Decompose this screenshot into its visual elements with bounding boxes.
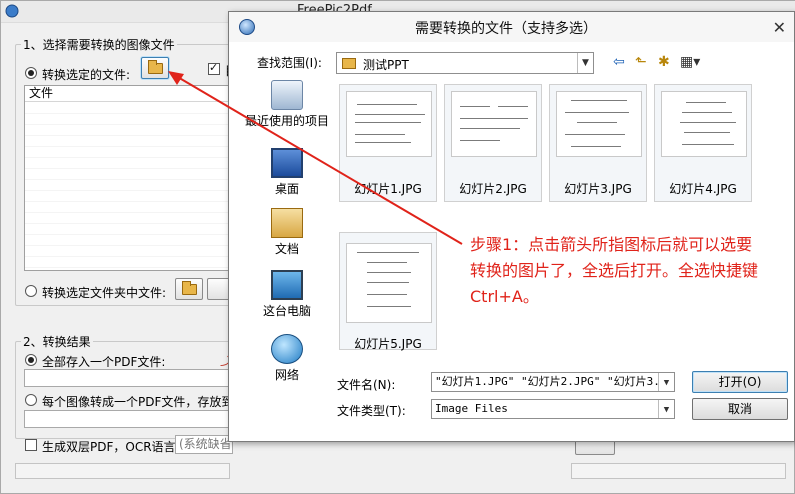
file-list-body (25, 103, 233, 270)
dialog-app-icon (239, 19, 255, 35)
open-button[interactable]: 打开(O) (692, 371, 788, 393)
chevron-down-icon[interactable]: ▼ (658, 400, 674, 418)
places-bar: 最近使用的项目 桌面 文档 这台电脑 网络 (243, 80, 331, 390)
look-in-label: 查找范围(I): (257, 56, 322, 70)
back-arrow-icon[interactable]: ⇦ (613, 54, 625, 70)
file-name: 幻灯片1.JPG (354, 182, 422, 196)
open-folder-icon (148, 60, 163, 74)
place-label: 网络 (274, 368, 299, 382)
slide-preview-image (346, 91, 432, 157)
filetype-select[interactable]: Image Files ▼ (431, 399, 675, 419)
view-menu-icon[interactable]: ▦▾ (680, 54, 700, 70)
radio-selected-files-label: 转换选定的文件: (42, 68, 131, 82)
file-name: 幻灯片5.JPG (354, 337, 422, 351)
ocr-checkbox-label: 生成双层PDF，OCR语言: (42, 440, 180, 454)
each-pdf-folder-input[interactable] (24, 410, 234, 428)
file-thumbnail[interactable]: 幻灯片5.JPG (339, 232, 437, 351)
slide-preview-image (451, 91, 537, 157)
app-icon (5, 4, 19, 18)
look-in-select[interactable]: 测试PPT ▼ (336, 52, 594, 74)
filename-value: "幻灯片1.JPG" "幻灯片2.JPG" "幻灯片3. (435, 375, 660, 388)
desktop-icon (271, 148, 303, 178)
chevron-down-icon[interactable]: ▼ (658, 373, 674, 391)
place-network[interactable]: 网络 (243, 334, 331, 383)
place-recent-items[interactable]: 最近使用的项目 (243, 80, 331, 129)
chevron-down-icon[interactable]: ▼ (577, 53, 593, 73)
new-folder-icon[interactable]: ✱ (658, 54, 670, 70)
file-list[interactable]: 文件 (24, 85, 234, 271)
group-result-title: 2、转换结果 (21, 333, 93, 350)
annotation-text: 步骤1：点击箭头所指图标后就可以选要转换的图片了，全选后打开。全选快捷键Ctrl… (470, 235, 759, 306)
slide-preview-image (346, 243, 432, 323)
radio-folder-files-label: 转换选定文件夹中文件: (42, 286, 167, 300)
ocr-language-value: (系统缺省 (179, 437, 232, 451)
radio-each-pdf[interactable] (25, 394, 37, 406)
filename-input[interactable]: "幻灯片1.JPG" "幻灯片2.JPG" "幻灯片3. ▼ (431, 372, 675, 392)
status-bar (15, 463, 230, 479)
group-select-images-title: 1、选择需要转换的图像文件 (21, 36, 177, 53)
file-thumbnail[interactable]: 幻灯片1.JPG (339, 84, 437, 202)
documents-icon (271, 208, 303, 238)
file-view: 幻灯片1.JPG 幻灯片2.JPG 幻灯片3.JPG 幻灯片4.JPG 幻灯片5… (337, 82, 772, 362)
filetype-label: 文件类型(T): (337, 404, 406, 418)
radio-each-pdf-label: 每个图像转成一个PDF文件，存放到 (42, 395, 234, 409)
option-checkbox[interactable] (208, 61, 220, 75)
folder-icon (342, 58, 356, 69)
up-folder-icon[interactable]: ⬑ (635, 54, 647, 70)
browse-files-button[interactable] (141, 57, 169, 79)
file-thumbnail[interactable]: 幻灯片4.JPG (654, 84, 752, 202)
ocr-checkbox[interactable] (25, 439, 37, 451)
place-label: 文档 (274, 242, 299, 256)
file-thumbnail[interactable]: 幻灯片2.JPG (444, 84, 542, 202)
slide-preview-image (661, 91, 747, 157)
browse-folder-button[interactable] (175, 278, 203, 300)
network-icon (271, 334, 303, 364)
cancel-button[interactable]: 取消 (692, 398, 788, 420)
filename-label: 文件名(N): (337, 378, 396, 392)
radio-selected-files[interactable] (25, 67, 37, 79)
place-label: 桌面 (274, 182, 299, 196)
look-in-value: 测试PPT (363, 58, 409, 72)
single-pdf-path-input[interactable] (24, 369, 234, 387)
file-name: 幻灯片4.JPG (669, 182, 737, 196)
ocr-language-select[interactable]: (系统缺省 (175, 435, 233, 454)
file-name: 幻灯片3.JPG (564, 182, 632, 196)
place-desktop[interactable]: 桌面 (243, 148, 331, 197)
place-label: 最近使用的项目 (244, 114, 329, 128)
dialog-title: 需要转换的文件（支持多选） (415, 21, 597, 37)
file-list-header: 文件 (25, 86, 233, 102)
dialog-titlebar: 需要转换的文件（支持多选） ✕ (229, 12, 794, 42)
recent-items-icon (271, 80, 303, 110)
file-name: 幻灯片2.JPG (459, 182, 527, 196)
close-icon[interactable]: ✕ (773, 18, 786, 37)
this-pc-icon (271, 270, 303, 300)
place-this-pc[interactable]: 这台电脑 (243, 270, 331, 319)
filetype-value: Image Files (435, 402, 508, 415)
place-documents[interactable]: 文档 (243, 208, 331, 257)
open-file-dialog: 需要转换的文件（支持多选） ✕ 查找范围(I): 测试PPT ▼ ⇦ ⬑ ✱ ▦… (228, 11, 795, 442)
file-thumbnail[interactable]: 幻灯片3.JPG (549, 84, 647, 202)
status-bar-right (571, 463, 786, 479)
open-folder-icon (182, 281, 197, 295)
place-label: 这台电脑 (262, 304, 311, 318)
slide-preview-image (556, 91, 642, 157)
radio-single-pdf-label: 全部存入一个PDF文件: (42, 355, 166, 369)
radio-folder-files[interactable] (25, 285, 37, 297)
radio-single-pdf[interactable] (25, 354, 37, 366)
